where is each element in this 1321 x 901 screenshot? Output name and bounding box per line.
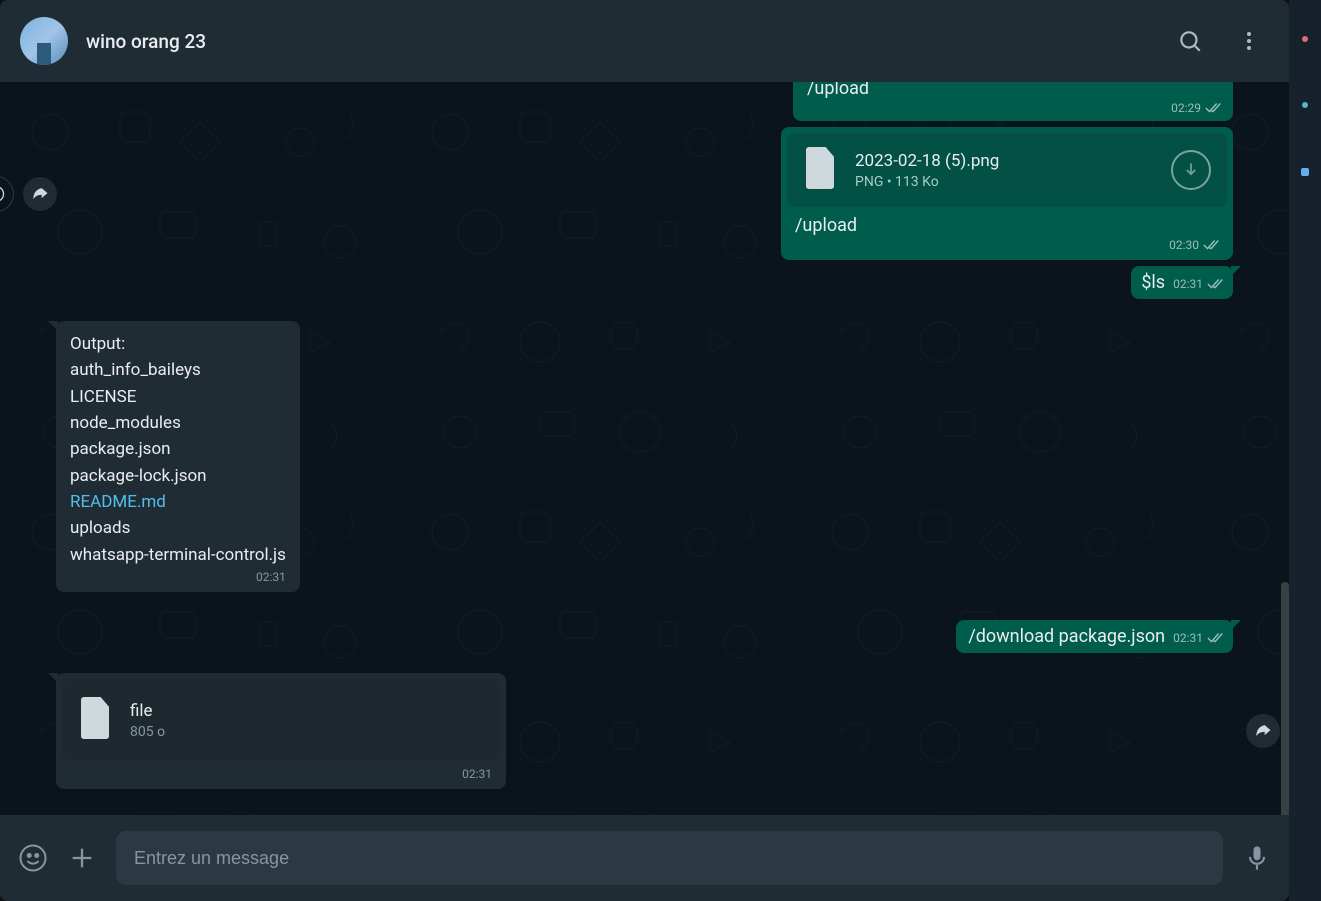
- forward-icon[interactable]: [22, 176, 58, 212]
- avatar[interactable]: [20, 17, 68, 65]
- message-time: 02:30: [1169, 238, 1199, 252]
- file-icon: [803, 147, 837, 193]
- sidebar-indicator[interactable]: [1302, 102, 1308, 108]
- forward-icon[interactable]: [1245, 713, 1281, 749]
- download-icon[interactable]: [1171, 150, 1211, 190]
- message-out-file[interactable]: 2023-02-18 (5).png PNG • 113 Ko /upload …: [781, 127, 1233, 260]
- message-text: /download package.json: [968, 626, 1165, 647]
- menu-icon[interactable]: [1237, 29, 1261, 53]
- chat-title[interactable]: wino orang 23: [86, 30, 1177, 53]
- attach-icon[interactable]: [68, 844, 96, 872]
- message-time: 02:31: [1173, 277, 1203, 291]
- scrollbar-thumb[interactable]: [1281, 582, 1289, 815]
- messages-pane[interactable]: /upload 02:29: [0, 82, 1289, 815]
- file-attachment[interactable]: file 805 o: [62, 679, 500, 761]
- message-caption: /upload: [787, 213, 1227, 236]
- chat-header: wino orang 23: [0, 0, 1289, 82]
- message-in-file[interactable]: file 805 o 02:31: [56, 673, 506, 789]
- message-out[interactable]: /download package.json 02:31: [956, 620, 1233, 653]
- message-out[interactable]: /upload 02:29: [793, 82, 1233, 121]
- message-text: $ls: [1141, 272, 1165, 293]
- message-in[interactable]: Output: auth_info_baileys LICENSE node_m…: [56, 321, 300, 592]
- sidebar-indicator[interactable]: [1301, 168, 1309, 176]
- message-hover-actions: [0, 176, 58, 212]
- sidebar-indicator[interactable]: [1302, 36, 1308, 42]
- emoji-react-icon[interactable]: [0, 176, 14, 212]
- message-hover-actions: [1245, 713, 1281, 749]
- read-receipt-icon: [1203, 238, 1221, 252]
- message-input[interactable]: [134, 848, 1205, 869]
- file-icon: [78, 697, 112, 743]
- message-text: Output: auth_info_baileys LICENSE node_m…: [70, 331, 286, 568]
- message-time: 02:31: [1173, 631, 1203, 645]
- scrollbar[interactable]: [1281, 582, 1289, 815]
- read-receipt-icon: [1207, 631, 1225, 645]
- message-out[interactable]: $ls 02:31: [1131, 266, 1233, 299]
- right-sidebar: [1289, 0, 1321, 901]
- read-receipt-icon: [1207, 277, 1225, 291]
- message-time: 02:31: [256, 570, 286, 584]
- composer: [0, 815, 1289, 901]
- file-meta: PNG • 113 Ko: [855, 174, 1153, 190]
- file-attachment[interactable]: 2023-02-18 (5).png PNG • 113 Ko: [787, 133, 1227, 207]
- search-icon[interactable]: [1177, 28, 1203, 54]
- message-input-wrap[interactable]: [116, 831, 1223, 885]
- message-text: /upload: [805, 82, 1223, 99]
- file-size: 805 o: [130, 724, 484, 740]
- mic-icon[interactable]: [1243, 844, 1271, 872]
- message-time: 02:29: [1171, 101, 1201, 115]
- message-time: 02:31: [462, 767, 492, 781]
- file-name: file: [130, 701, 484, 721]
- link[interactable]: README.md: [70, 492, 166, 512]
- read-receipt-icon: [1205, 101, 1223, 115]
- file-name: 2023-02-18 (5).png: [855, 151, 1153, 171]
- emoji-icon[interactable]: [18, 843, 48, 873]
